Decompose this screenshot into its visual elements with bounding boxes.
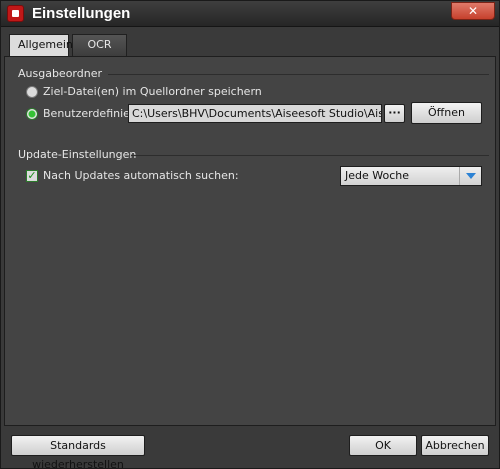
- ok-button[interactable]: OK: [349, 435, 417, 456]
- update-group-title: Update-Einstellungen: [18, 148, 137, 161]
- update-interval-value: Jede Woche: [345, 169, 410, 182]
- chevron-down-icon[interactable]: [459, 167, 481, 185]
- auto-update-label: Nach Updates automatisch suchen:: [43, 169, 239, 182]
- radio-source-folder[interactable]: [26, 86, 38, 98]
- app-logo-icon: [7, 5, 24, 22]
- browse-button[interactable]: ···: [384, 104, 405, 123]
- restore-defaults-button[interactable]: Standards wiederherstellen: [11, 435, 145, 469]
- group-divider: [108, 74, 489, 75]
- auto-update-checkbox[interactable]: ✓: [26, 170, 38, 182]
- radio-custom-folder[interactable]: [26, 108, 38, 120]
- update-interval-select[interactable]: Jede Woche: [340, 166, 482, 186]
- output-path-input[interactable]: C:\Users\BHV\Documents\Aiseesoft Studio\…: [128, 104, 382, 123]
- cancel-button[interactable]: Abbrechen: [421, 435, 489, 456]
- title-bar[interactable]: Einstellungen ✕: [1, 1, 499, 27]
- window-title: Einstellungen: [32, 5, 131, 22]
- open-folder-button[interactable]: Öffnen: [411, 102, 482, 124]
- radio-source-folder-label: Ziel-Datei(en) im Quellordner speichern: [43, 85, 262, 98]
- close-button[interactable]: ✕: [451, 2, 495, 20]
- tab-allgemein[interactable]: Allgemein: [9, 34, 73, 57]
- output-group-title: Ausgabeordner: [18, 67, 103, 80]
- settings-dialog: Einstellungen ✕ Allgemein OCR Ausgabeord…: [0, 0, 500, 469]
- group-divider: [131, 155, 489, 156]
- tab-ocr[interactable]: OCR: [72, 34, 127, 56]
